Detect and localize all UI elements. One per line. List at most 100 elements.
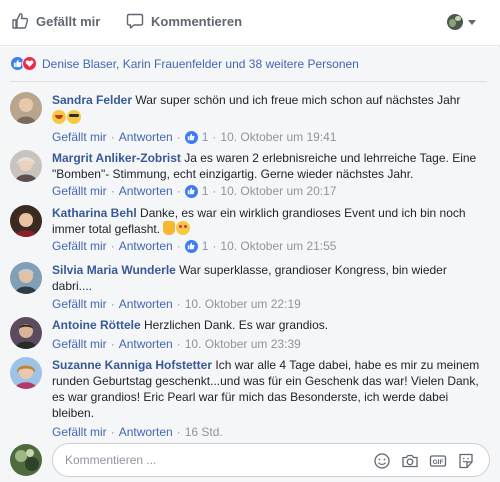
profile-avatar-icon (447, 14, 463, 30)
thumbs-up-icon (12, 13, 29, 29)
separator-dot: · (110, 297, 115, 311)
separator-dot: · (176, 297, 181, 311)
comment-like-link[interactable]: Gefällt mir (52, 424, 107, 440)
comment-meta: Gefällt mir · Antworten · 1 · 10. Oktobe… (52, 183, 488, 199)
avatar[interactable] (10, 92, 42, 124)
comment-body: Margrit Anliker-Zobrist Ja es waren 2 er… (52, 150, 488, 199)
comment-body: Katharina Behl Danke, es war ein wirklic… (52, 205, 488, 254)
avatar[interactable] (10, 317, 42, 349)
comment-like-count[interactable]: 1 (184, 183, 209, 199)
separator-dot: · (212, 130, 217, 144)
like-button-label: Gefällt mir (36, 13, 101, 29)
gif-icon[interactable]: GIF (429, 452, 447, 470)
comment-button[interactable]: Kommentieren (126, 12, 242, 30)
camera-icon[interactable] (401, 452, 419, 470)
separator-dot: · (110, 184, 115, 198)
comment-author[interactable]: Suzanne Kanniga Hofstetter (52, 358, 212, 372)
sunglasses-emoji-icon (67, 110, 81, 124)
reactions-summary[interactable]: Denise Blaser, Karin Frauenfelder und 38… (10, 56, 359, 71)
audience-selector[interactable] (447, 14, 476, 30)
chevron-down-icon (468, 19, 476, 25)
separator-dot: · (176, 130, 181, 144)
separator-dot: · (212, 184, 217, 198)
comment-like-count[interactable]: 1 (184, 238, 209, 254)
comment-item: Silvia Maria Wunderle War superklasse, g… (10, 262, 490, 311)
comment-item: Katharina Behl Danke, es war ein wirklic… (10, 205, 490, 255)
svg-text:GIF: GIF (433, 459, 444, 466)
separator-dot: · (176, 337, 181, 351)
separator-dot: · (176, 239, 181, 253)
comment-body: Suzanne Kanniga Hofstetter Ich war alle … (52, 357, 488, 440)
comment-meta: Gefällt mir · Antworten · 1 · 10. Oktobe… (52, 129, 488, 145)
comment-meta: Gefällt mir · Antworten · 1 · 10. Oktobe… (52, 238, 488, 254)
comment-author[interactable]: Antoine Röttele (52, 318, 141, 332)
comment-meta: Gefällt mir · Antworten · 10. Oktober um… (52, 336, 488, 352)
comment-reply-link[interactable]: Antworten (119, 238, 173, 254)
avatar[interactable] (10, 205, 42, 237)
comment-like-link[interactable]: Gefällt mir (52, 129, 107, 145)
comment-text: War super schön und ich freue mich schon… (135, 93, 461, 107)
comment-timestamp[interactable]: 16 Std. (185, 424, 223, 440)
avatar[interactable] (10, 262, 42, 294)
comment-bubble-icon (126, 13, 144, 29)
post-card: Gefällt mir Kommentieren Denise Blaser, … (0, 0, 500, 482)
comment-composer: GIF (10, 443, 490, 477)
heart-eyes-emoji-icon (52, 110, 66, 124)
comment-like-link[interactable]: Gefällt mir (52, 296, 107, 312)
sticker-icon[interactable] (457, 452, 475, 470)
emoji-icon[interactable] (373, 452, 391, 470)
comment-button-label: Kommentieren (151, 13, 243, 29)
like-count-value: 1 (201, 184, 209, 198)
comment-reply-link[interactable]: Antworten (119, 183, 173, 199)
comment-input-box[interactable]: GIF (52, 443, 490, 477)
comment-timestamp[interactable]: 10. Oktober um 22:19 (185, 296, 301, 312)
comment-item: Sandra Felder War super schön und ich fr… (10, 92, 490, 144)
comment-item: Margrit Anliker-Zobrist Ja es waren 2 er… (10, 150, 490, 199)
comment-body: Antoine Röttele Herzlichen Dank. Es war … (52, 317, 488, 352)
divider (10, 81, 487, 82)
comment-timestamp[interactable]: 10. Oktober um 23:39 (185, 336, 301, 352)
avatar[interactable] (10, 150, 42, 182)
post-action-bar: Gefällt mir Kommentieren (0, 0, 500, 46)
comment-item: Suzanne Kanniga Hofstetter Ich war alle … (10, 357, 490, 440)
comment-like-link[interactable]: Gefällt mir (52, 183, 107, 199)
like-button[interactable]: Gefällt mir (11, 12, 100, 30)
comment-author[interactable]: Margrit Anliker-Zobrist (52, 151, 181, 165)
separator-dot: · (110, 425, 115, 439)
love-reaction-icon (22, 56, 37, 71)
comment-timestamp[interactable]: 10. Oktober um 21:55 (220, 238, 336, 254)
comment-reply-link[interactable]: Antworten (119, 424, 173, 440)
like-count-value: 1 (201, 130, 209, 144)
reactions-summary-text[interactable]: Denise Blaser, Karin Frauenfelder und 38… (42, 57, 359, 71)
comment-text: Herzlichen Dank. Es war grandios. (144, 318, 329, 332)
comment-author[interactable]: Sandra Felder (52, 93, 132, 107)
comment-reply-link[interactable]: Antworten (119, 336, 173, 352)
separator-dot: · (212, 239, 217, 253)
like-reaction-icon (184, 239, 198, 253)
comment-timestamp[interactable]: 10. Oktober um 20:17 (220, 183, 336, 199)
separator-dot: · (176, 425, 181, 439)
comment-body: Sandra Felder War super schön und ich fr… (52, 92, 488, 145)
separator-dot: · (110, 130, 115, 144)
comment-reply-link[interactable]: Antworten (119, 296, 173, 312)
heart-eyes-emoji-icon (176, 221, 191, 235)
comment-body: Silvia Maria Wunderle War superklasse, g… (52, 262, 488, 312)
separator-dot: · (176, 184, 181, 198)
like-reaction-icon (184, 130, 198, 144)
like-count-value: 1 (201, 239, 209, 253)
comment-input[interactable] (65, 444, 365, 476)
comment-author[interactable]: Silvia Maria Wunderle (52, 263, 176, 277)
comment-reply-link[interactable]: Antworten (119, 129, 173, 145)
thumbs-up-emoji-icon (163, 221, 176, 235)
comment-meta: Gefällt mir · Antworten · 10. Oktober um… (52, 296, 488, 312)
avatar[interactable] (10, 357, 42, 389)
avatar[interactable] (10, 444, 42, 476)
separator-dot: · (110, 337, 115, 351)
comment-author[interactable]: Katharina Behl (52, 206, 137, 220)
comment-like-link[interactable]: Gefällt mir (52, 238, 107, 254)
separator-dot: · (110, 239, 115, 253)
like-reaction-icon (184, 184, 198, 198)
comment-timestamp[interactable]: 10. Oktober um 19:41 (220, 129, 336, 145)
comment-like-count[interactable]: 1 (184, 129, 209, 145)
comment-like-link[interactable]: Gefällt mir (52, 336, 107, 352)
